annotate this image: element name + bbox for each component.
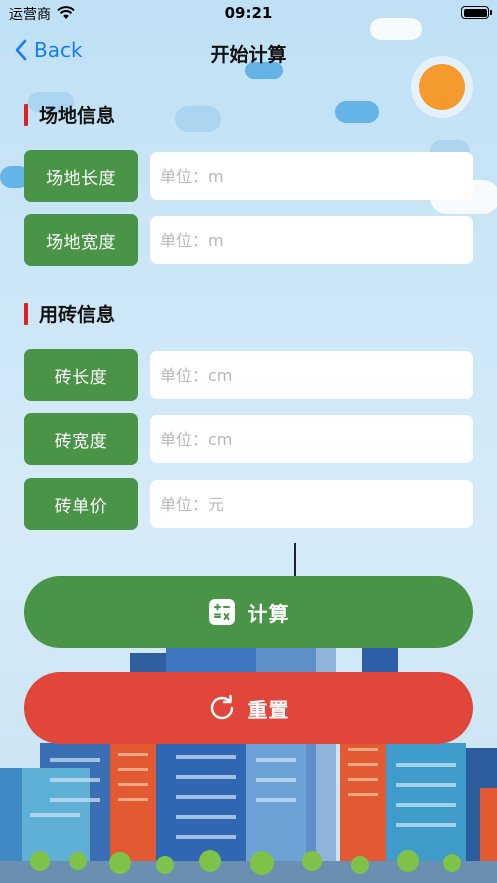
cloud-decoration: [175, 106, 221, 132]
section-title-site: 场地信息: [24, 101, 115, 128]
field-row-brick-price: 砖单价: [24, 478, 473, 530]
status-time: 09:21: [224, 4, 273, 22]
site-width-input[interactable]: [150, 216, 473, 264]
field-row-brick-width: 砖宽度: [24, 413, 473, 465]
status-bar: 运营商 09:21: [0, 0, 497, 28]
field-label: 砖宽度: [24, 413, 138, 465]
field-label: 场地宽度: [24, 214, 138, 266]
reset-button[interactable]: 重置: [24, 672, 473, 744]
refresh-icon: [208, 694, 236, 722]
brick-length-input[interactable]: [150, 351, 473, 399]
brick-price-input[interactable]: [150, 480, 473, 528]
calculate-label: 计算: [247, 601, 290, 626]
field-label: 场地长度: [24, 150, 138, 202]
section-accent-bar: [24, 302, 28, 325]
section-accent-bar: [24, 103, 28, 126]
field-label: 砖长度: [24, 349, 138, 401]
brick-width-input[interactable]: [150, 415, 473, 463]
field-label: 砖单价: [24, 478, 138, 530]
reset-label: 重置: [247, 697, 290, 722]
cloud-decoration: [335, 101, 379, 123]
sun-decoration: [419, 64, 465, 110]
field-row-site-width: 场地宽度: [24, 214, 473, 266]
site-length-input[interactable]: [150, 152, 473, 200]
calculate-button[interactable]: 计算: [24, 576, 473, 648]
field-row-site-length: 场地长度: [24, 150, 473, 202]
section-title-text: 用砖信息: [39, 304, 116, 326]
field-row-brick-length: 砖长度: [24, 349, 473, 401]
section-title-brick: 用砖信息: [24, 300, 115, 327]
page-title: 开始计算: [210, 44, 287, 66]
calculator-icon: [208, 598, 236, 626]
section-title-text: 场地信息: [39, 105, 116, 127]
battery-icon: [461, 6, 492, 19]
